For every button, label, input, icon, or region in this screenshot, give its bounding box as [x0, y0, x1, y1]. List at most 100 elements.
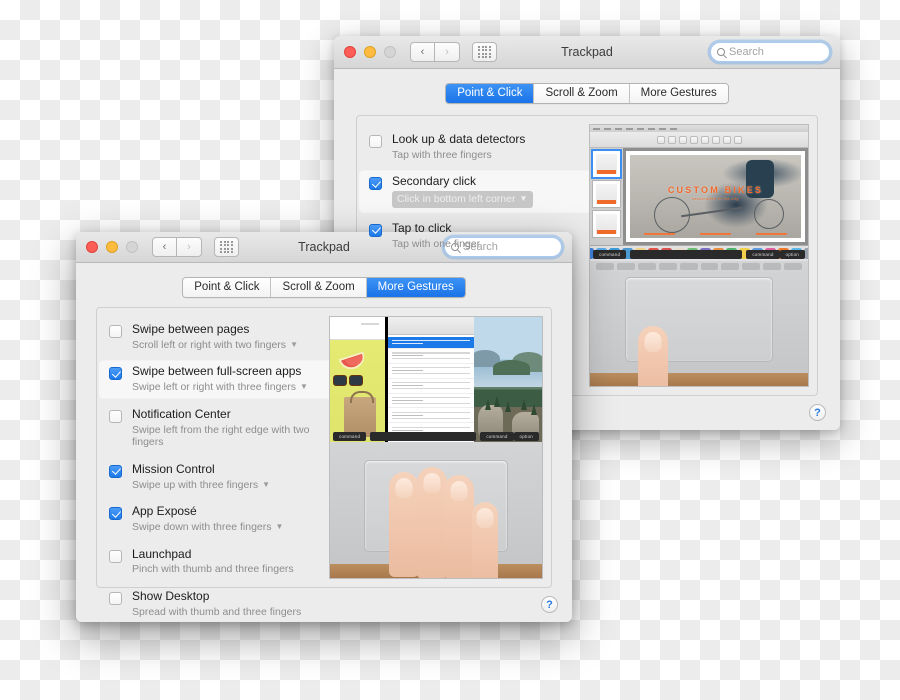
headline-tagline: handcrafted in the city — [692, 196, 739, 201]
back-tab-bar[interactable]: Point & Click Scroll & Zoom More Gesture… — [334, 69, 840, 104]
tab-point-and-click[interactable]: Point & Click — [183, 278, 272, 297]
document-footer-bars — [643, 232, 788, 235]
trackpad-window-more-gestures[interactable]: ‹ › Trackpad Search Point & Click Scroll… — [76, 232, 572, 622]
back-preview-trackpad — [590, 260, 808, 386]
checkbox-secondary-click[interactable] — [369, 177, 382, 191]
close-button[interactable] — [344, 46, 356, 58]
headline-line-2: BIKES — [724, 184, 764, 195]
tab-scroll-and-zoom[interactable]: Scroll & Zoom — [534, 84, 630, 103]
tab-scroll-and-zoom[interactable]: Scroll & Zoom — [271, 278, 367, 297]
checkbox-look-up[interactable] — [369, 135, 382, 148]
pages-app-window: CUSTOM BIKES handcrafted in the city — [590, 125, 808, 261]
minimize-button[interactable] — [364, 46, 376, 58]
middle-finger — [416, 466, 447, 578]
headline-line-1: CUSTOM — [667, 184, 720, 195]
tab-point-and-click[interactable]: Point & Click — [446, 84, 535, 103]
sunglasses-photo — [333, 374, 364, 386]
index-finger — [637, 325, 668, 386]
mail-toolbar — [388, 317, 475, 335]
back-preview-media: CUSTOM BIKES handcrafted in the city com… — [589, 124, 809, 387]
option-app-expose[interactable]: App Exposé Swipe down with three fingers… — [97, 498, 329, 540]
option-title: Secondary click — [392, 174, 477, 189]
chevron-down-icon: ▼ — [300, 382, 308, 392]
popup-value: Click in bottom left corner — [397, 193, 516, 206]
tree — [521, 398, 528, 410]
checkbox-notification-center[interactable] — [109, 409, 122, 423]
search-icon — [717, 48, 725, 56]
option-look-up-and-data-detectors[interactable]: Look up & data detectors Tap with three … — [357, 126, 589, 168]
option-show-desktop[interactable]: Show Desktop Spread with thumb and three… — [97, 583, 329, 622]
island — [493, 359, 530, 375]
page-thumbnail — [591, 149, 622, 179]
back-preview-screen: CUSTOM BIKES handcrafted in the city com… — [590, 125, 808, 261]
back-search-field[interactable]: Search — [710, 42, 830, 62]
option-secondary-click[interactable]: Secondary click Click in bottom left cor… — [357, 168, 589, 214]
key-command-left: command — [333, 431, 367, 441]
tab-more-gestures[interactable]: More Gestures — [366, 278, 465, 297]
show-all-grid-icon[interactable] — [214, 237, 239, 257]
checkbox-launchpad[interactable] — [109, 549, 122, 563]
option-title: Swipe between full-screen apps — [132, 364, 302, 379]
mail-row — [388, 394, 475, 409]
option-notification-center[interactable]: Notification Center Swipe left from the … — [97, 401, 329, 456]
fullscreen-spaces — [330, 317, 542, 443]
option-launchpad[interactable]: Launchpad Pinch with thumb and three fin… — [97, 541, 329, 583]
key-command-right: command — [746, 250, 780, 260]
front-help-button[interactable]: ? — [541, 596, 558, 613]
back-window-nav-buttons[interactable]: ‹ › — [410, 42, 460, 62]
checkbox-tap-to-click[interactable] — [369, 223, 382, 237]
space-mail-app — [385, 317, 475, 443]
front-window-traffic-lights[interactable] — [86, 241, 138, 253]
front-window-nav-buttons[interactable]: ‹ › — [152, 237, 202, 257]
option-swipe-between-pages[interactable]: Swipe between pages Scroll left or right… — [97, 316, 329, 358]
front-window-titlebar[interactable]: ‹ › Trackpad Search — [76, 232, 572, 263]
option-subtitle: Swipe down with three fingers — [132, 520, 272, 533]
back-window-traffic-lights[interactable] — [344, 46, 396, 58]
option-title: Show Desktop — [132, 588, 210, 603]
forward-nav-icon[interactable]: › — [177, 237, 202, 257]
front-tab-bar[interactable]: Point & Click Scroll & Zoom More Gesture… — [76, 263, 572, 298]
show-all-grid-icon[interactable] — [472, 42, 497, 62]
option-subtitle-menu[interactable]: Swipe up with three fingers ▼ — [132, 479, 270, 492]
tree — [494, 396, 501, 408]
back-gesture-preview: CUSTOM BIKES handcrafted in the city com… — [589, 124, 809, 387]
checkbox-swipe-between-pages[interactable] — [109, 325, 122, 338]
option-swipe-between-full-screen-apps[interactable]: Swipe between full-screen apps Swipe lef… — [97, 358, 329, 400]
option-title: Launchpad — [132, 546, 192, 561]
zoom-button[interactable] — [384, 46, 396, 58]
page-thumbnail — [592, 210, 621, 238]
checkbox-show-desktop[interactable] — [109, 591, 122, 605]
checkbox-app-expose[interactable] — [109, 507, 122, 521]
pages-document-canvas: CUSTOM BIKES handcrafted in the city — [623, 148, 808, 245]
forward-nav-icon[interactable]: › — [435, 42, 460, 62]
back-window-titlebar[interactable]: ‹ › Trackpad Search — [334, 36, 840, 69]
checkbox-swipe-full-screen-apps[interactable] — [109, 367, 122, 381]
key-option: option — [513, 431, 539, 441]
option-subtitle: Pinch with thumb and three fingers — [132, 563, 294, 576]
back-preview-key-labels: command . command option — [590, 249, 808, 261]
mail-row — [388, 349, 475, 364]
option-subtitle-menu[interactable]: Swipe left or right with three fingers ▼ — [132, 381, 308, 394]
option-subtitle: Swipe left or right with three fingers — [132, 381, 296, 394]
chevron-down-icon: ▼ — [275, 522, 284, 532]
minimize-button[interactable] — [106, 241, 118, 253]
back-nav-icon[interactable]: ‹ — [152, 237, 177, 257]
index-finger — [389, 472, 420, 578]
option-mission-control[interactable]: Mission Control Swipe up with three fing… — [97, 456, 329, 498]
key-option: option — [779, 250, 805, 260]
secondary-click-popup-menu[interactable]: Click in bottom left corner ▼ — [392, 191, 534, 208]
back-help-button[interactable]: ? — [809, 404, 826, 421]
mail-message-list — [388, 334, 475, 443]
option-subtitle-menu[interactable]: Swipe down with three fingers ▼ — [132, 521, 283, 534]
close-button[interactable] — [86, 241, 98, 253]
option-title: Mission Control — [132, 461, 215, 476]
back-nav-icon[interactable]: ‹ — [410, 42, 435, 62]
checkbox-mission-control[interactable] — [109, 464, 122, 478]
option-subtitle-menu[interactable]: Scroll left or right with two fingers ▼ — [132, 339, 298, 352]
zoom-button[interactable] — [126, 241, 138, 253]
key-command-right: command — [480, 431, 514, 441]
laptop-body — [590, 260, 808, 386]
tab-more-gestures[interactable]: More Gestures — [629, 84, 728, 103]
front-gesture-preview: command . command option — [329, 316, 543, 579]
space-photos-app — [330, 317, 386, 443]
